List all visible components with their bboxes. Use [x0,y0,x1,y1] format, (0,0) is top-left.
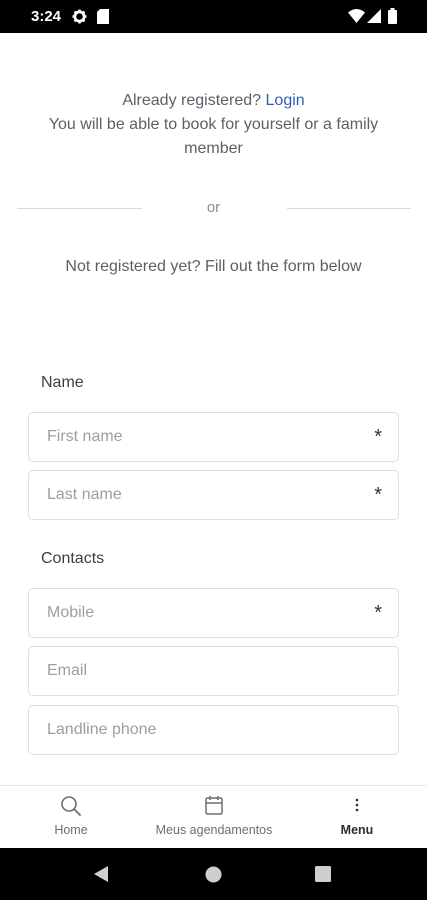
email-input[interactable] [47,647,367,695]
more-vertical-icon [354,795,360,820]
nav-menu[interactable]: Menu [327,786,387,849]
last-name-input[interactable] [47,471,367,519]
login-link[interactable]: Login [266,92,305,109]
first-name-field[interactable]: * [28,412,399,462]
mobile-input[interactable] [47,589,367,637]
required-marker: * [374,426,382,448]
wifi-icon [348,9,365,28]
search-icon [60,795,82,822]
nav-appointments[interactable]: Meus agendamentos [144,786,284,849]
calendar-icon [204,795,224,821]
nav-home-label: Home [54,823,88,837]
nav-menu-label: Menu [340,823,374,837]
nav-appointments-label: Meus agendamentos [155,823,273,837]
battery-icon [388,8,397,29]
mobile-field[interactable]: * [28,588,399,638]
status-bar: 3:24 [0,0,427,33]
not-registered-text: Not registered yet? Fill out the form be… [65,258,362,275]
status-time: 3:24 [31,8,62,25]
divider-right [287,208,411,209]
required-marker: * [374,484,382,506]
name-section-title: Name [41,374,84,391]
settings-icon [72,9,87,29]
landline-input[interactable] [47,706,367,754]
nav-home[interactable]: Home [36,786,106,849]
contacts-section-title: Contacts [41,550,105,567]
required-marker: * [374,602,382,624]
recents-icon[interactable] [315,866,331,918]
email-field[interactable] [28,646,399,696]
login-prompt: Already registered? Login You will be ab… [0,89,427,161]
book-note-text: You will be able to book for yourself or… [48,116,379,157]
already-registered-text: Already registered? [122,92,262,109]
sd-card-icon [97,9,109,29]
system-nav-bar [0,848,427,900]
bottom-nav: Home Meus agendamentos Menu [0,785,427,849]
signal-icon [367,9,381,28]
back-icon[interactable] [92,865,110,917]
first-name-input[interactable] [47,413,367,461]
last-name-field[interactable]: * [28,470,399,520]
landline-field[interactable] [28,705,399,755]
home-circle-icon[interactable] [205,866,222,918]
